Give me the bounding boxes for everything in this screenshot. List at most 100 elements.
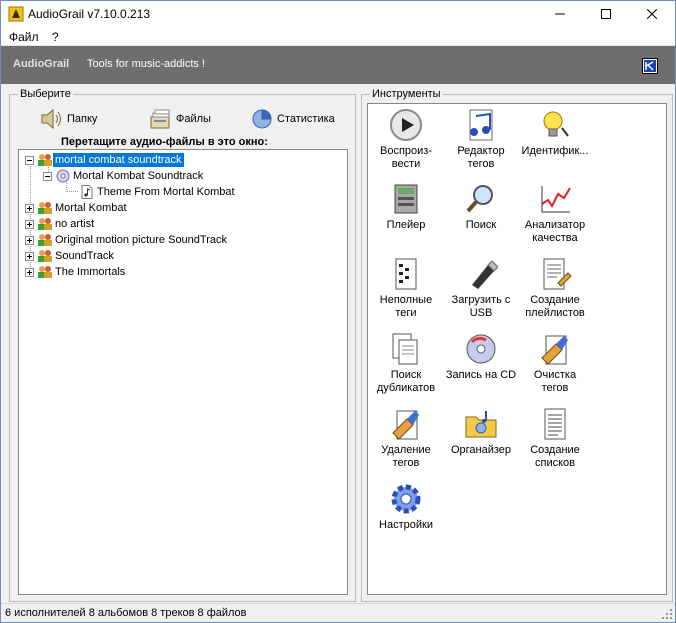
cd-album-icon <box>56 169 70 183</box>
expand-toggle[interactable] <box>25 267 34 277</box>
tree-item-label: The Immortals <box>55 266 126 278</box>
maximize-button[interactable] <box>583 1 629 27</box>
folder-button-label: Папку <box>67 113 98 125</box>
tool-incomplete-tags[interactable]: Неполные теги <box>366 257 446 320</box>
menu-bar: Файл ? <box>1 27 675 46</box>
tree-item-label: Theme From Mortal Kombat <box>97 186 235 198</box>
artists-icon <box>38 266 52 278</box>
tree-item-label: Original motion picture SoundTrack <box>55 234 228 246</box>
pie-chart-icon <box>252 109 272 129</box>
brand-name: AudioGrail <box>13 58 70 70</box>
status-text: 6 исполнителей 8 альбомов 8 треков 8 фай… <box>5 607 247 619</box>
playlist-icon <box>543 258 572 290</box>
burn-cd-icon <box>466 334 496 364</box>
tool-label: Загрузить с USB <box>451 294 511 319</box>
close-button[interactable] <box>629 1 675 27</box>
play-icon <box>390 109 422 141</box>
status-bar: 6 исполнителей 8 альбомов 8 треков 8 фай… <box>1 603 675 622</box>
collapse-toggle[interactable] <box>25 155 34 165</box>
tool-create-lists[interactable]: Создание списков <box>515 407 595 470</box>
tree-item[interactable]: no artist <box>25 216 96 232</box>
app-logo-icon <box>8 6 24 22</box>
tool-clean-tags[interactable]: Очистка тегов <box>515 332 595 395</box>
tool-label: Очистка тегов <box>533 369 577 394</box>
tool-label: Неполные теги <box>379 294 433 319</box>
tool-label: Поиск дубликатов <box>376 369 436 394</box>
expand-toggle[interactable] <box>25 219 34 229</box>
tool-usb-load[interactable]: Загрузить с USB <box>441 257 521 320</box>
tool-organizer[interactable]: Органайзер <box>441 407 521 457</box>
tool-label: Запись на CD <box>445 369 517 381</box>
tree-item[interactable]: Mortal Kombat Soundtrack <box>43 168 205 184</box>
tool-label: Создание списков <box>530 444 580 469</box>
artists-icon <box>38 218 52 230</box>
tag-editor-icon <box>469 109 493 141</box>
tool-create-playlists[interactable]: Создание плейлистов <box>515 257 595 320</box>
tool-find-duplicates[interactable]: Поиск дубликатов <box>366 332 446 395</box>
music-file-icon <box>81 185 93 199</box>
folder-button[interactable]: Папку <box>40 108 97 130</box>
maximize-icon <box>601 9 611 19</box>
close-icon <box>647 9 657 19</box>
tool-label: Анализатор качества <box>524 219 586 244</box>
minimize-icon <box>555 13 565 15</box>
artists-icon <box>38 154 52 166</box>
tool-label: Поиск <box>465 219 497 231</box>
tree-item[interactable]: Mortal Kombat <box>25 200 129 216</box>
tree-item[interactable]: mortal combat soundtrack <box>25 152 185 168</box>
files-stack-icon <box>150 109 170 129</box>
menu-help[interactable]: ? <box>52 30 59 44</box>
tool-label: Плейер <box>386 219 426 231</box>
app-banner: AudioGrail Tools for music-addicts ! <box>1 46 675 84</box>
duplicates-icon <box>392 333 418 365</box>
tool-label: Воспроиз-вести <box>380 145 432 170</box>
tool-label: Создание плейлистов <box>525 294 585 319</box>
tree-item[interactable]: Original motion picture SoundTrack <box>25 232 229 248</box>
tool-identify[interactable]: Идентифик... <box>515 108 595 158</box>
tree-item[interactable]: Theme From Mortal Kombat <box>79 184 237 200</box>
delete-tags-icon <box>392 410 419 440</box>
resize-grip-icon[interactable] <box>661 608 673 620</box>
artists-icon <box>38 234 52 246</box>
statistics-button[interactable]: Статистика <box>250 108 335 130</box>
usb-icon <box>472 260 498 289</box>
app-window: AudioGrail v7.10.0.213 Файл ? AudioGrail… <box>0 0 676 623</box>
tool-tag-editor[interactable]: Редактор тегов <box>441 108 521 171</box>
tool-label: Удаление тегов <box>381 444 431 469</box>
tools-group-label: Инструменты <box>370 88 443 100</box>
tool-search[interactable]: Поиск <box>441 182 521 232</box>
tree-item[interactable]: SoundTrack <box>25 248 116 264</box>
tool-label: Редактор тегов <box>457 145 505 170</box>
tool-burn-cd[interactable]: Запись на CD <box>441 332 521 382</box>
expand-toggle[interactable] <box>25 235 34 245</box>
magnifier-icon <box>466 185 493 213</box>
tree-item[interactable]: The Immortals <box>25 264 127 280</box>
artists-icon <box>38 250 52 262</box>
tool-quality-analyzer[interactable]: Анализатор качества <box>515 182 595 245</box>
select-group-label: Выберите <box>18 88 73 100</box>
tool-settings[interactable]: Настройки <box>366 482 446 532</box>
library-tree[interactable]: mortal combat soundtrack Mortal Kombat S… <box>18 149 348 595</box>
banner-tagline: Tools for music-addicts ! <box>87 58 205 70</box>
tool-delete-tags[interactable]: Удаление тегов <box>366 407 446 470</box>
player-icon <box>394 184 418 214</box>
files-button[interactable]: Файлы <box>149 108 211 130</box>
tree-item-label: mortal combat soundtrack <box>52 152 185 168</box>
artists-icon <box>38 202 52 214</box>
tool-play[interactable]: Воспроиз-вести <box>366 108 446 171</box>
files-button-label: Файлы <box>176 113 211 125</box>
minimize-button[interactable] <box>537 1 583 27</box>
banner-logo-icon[interactable] <box>642 58 658 74</box>
expand-toggle[interactable] <box>25 251 34 261</box>
clean-tags-icon <box>541 335 568 365</box>
menu-file[interactable]: Файл <box>9 30 39 44</box>
expand-toggle[interactable] <box>25 203 34 213</box>
collapse-toggle[interactable] <box>43 171 52 181</box>
tools-panel: Воспроиз-вести Редактор тегов Идентифик..… <box>367 103 667 595</box>
lists-icon <box>544 408 566 440</box>
tool-player[interactable]: Плейер <box>366 182 446 232</box>
chart-icon <box>541 186 571 213</box>
title-bar[interactable]: AudioGrail v7.10.0.213 <box>1 1 675 27</box>
tree-item-label: Mortal Kombat <box>55 202 127 214</box>
tree-item-label: SoundTrack <box>55 250 114 262</box>
